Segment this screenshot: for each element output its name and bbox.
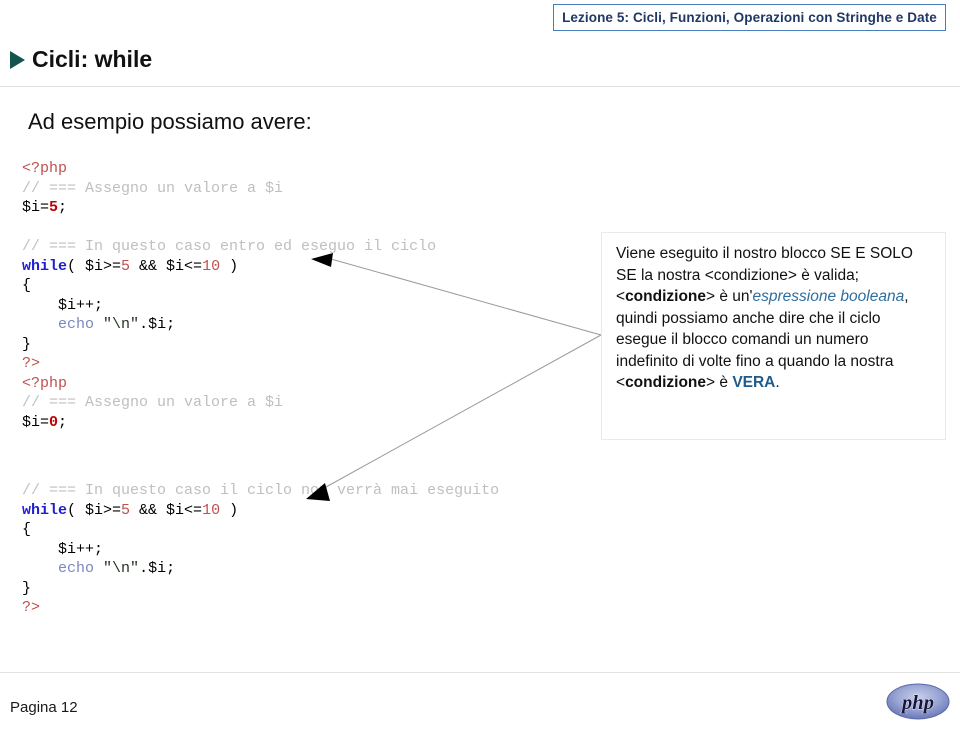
code-token-paren: ): [220, 501, 239, 519]
code-token-comment: // === In questo caso il ciclo non verrà…: [22, 482, 500, 499]
page-title: Cicli: while: [32, 46, 153, 72]
lesson-header-title: Lezione 5: Cicli, Funzioni, Operazioni c…: [562, 10, 937, 25]
code-token-echo: echo: [58, 560, 95, 577]
code-token-brace: {: [22, 521, 32, 538]
code-token-keyword-while: while: [22, 501, 68, 519]
code-token-paren: ( $i>=: [67, 257, 122, 275]
code-token-increment: $i++;: [22, 296, 104, 314]
code-token-number: 5: [121, 257, 131, 275]
code-token-echo: echo: [58, 316, 95, 333]
code-token-comment: // === In questo caso entro ed eseguo il…: [22, 238, 437, 255]
code-token-number: 5: [49, 199, 59, 216]
callout-text-run: > è un': [706, 288, 753, 305]
code-token-php-close: ?>: [22, 599, 41, 616]
explanation-callout: Viene eseguito il nostro blocco SE E SOL…: [601, 232, 946, 440]
code-token-increment: $i++;: [22, 540, 104, 558]
php-logo-icon: php: [886, 683, 950, 720]
callout-text-run: .: [775, 374, 780, 391]
code-token-semicolon: ;: [58, 199, 68, 216]
code-token-number: 10: [202, 257, 221, 275]
code-listing-second: // === In questo caso il ciclo non verrà…: [22, 481, 499, 618]
slide-subtitle: Ad esempio possiamo avere:: [28, 109, 312, 134]
svg-text:php: php: [900, 692, 934, 714]
triangle-right-icon: [10, 50, 25, 69]
code-token-semicolon: ;: [58, 413, 68, 431]
page-number-label: Pagina 12: [10, 699, 78, 716]
code-token-php-close: ?>: [22, 355, 41, 372]
code-token-operator: && $i<=: [130, 257, 203, 275]
code-token-number: 10: [202, 501, 221, 519]
code-token-concat: .$i;: [139, 560, 176, 577]
code-token-brace: }: [22, 335, 32, 353]
callout-emphasis-vera: VERA: [732, 374, 776, 391]
slide-title-row: Cicli: while: [10, 48, 152, 71]
callout-emphasis-italic-blue: espressione booleana: [752, 288, 905, 305]
callout-emphasis-bold: condizione: [625, 288, 707, 305]
code-token-concat: .$i;: [139, 316, 176, 333]
callout-emphasis-bold: condizione: [625, 374, 707, 391]
code-token-comment: // === Assegno un valore a $i: [22, 179, 284, 197]
code-token-number: 0: [49, 413, 59, 431]
code-token-paren: ): [220, 257, 239, 275]
code-token-comment: // === Assegno un valore a $i: [22, 394, 284, 411]
code-token-php-open: <?php: [22, 160, 68, 177]
lesson-header-banner: Lezione 5: Cicli, Funzioni, Operazioni c…: [553, 4, 946, 31]
code-listing-first: <?php // === Assegno un valore a $i $i=5…: [22, 159, 436, 432]
code-token-php-open: <?php: [22, 374, 68, 392]
code-token-string: "\n": [103, 316, 140, 333]
code-token-brace: }: [22, 579, 32, 597]
code-token-var: $i=: [22, 413, 50, 431]
code-token-paren: ( $i>=: [67, 501, 122, 519]
title-divider: [0, 86, 960, 87]
code-token-keyword-while: while: [22, 257, 68, 275]
footer-divider: [0, 672, 960, 673]
code-token-brace: {: [22, 277, 32, 294]
code-token-operator: && $i<=: [130, 501, 203, 519]
callout-text-run: > è: [706, 374, 733, 391]
code-token-string: "\n": [103, 560, 140, 577]
code-token-var: $i=: [22, 199, 50, 216]
explanation-callout-text: Viene eseguito il nostro blocco SE E SOL…: [616, 243, 933, 394]
code-token-number: 5: [121, 501, 131, 519]
